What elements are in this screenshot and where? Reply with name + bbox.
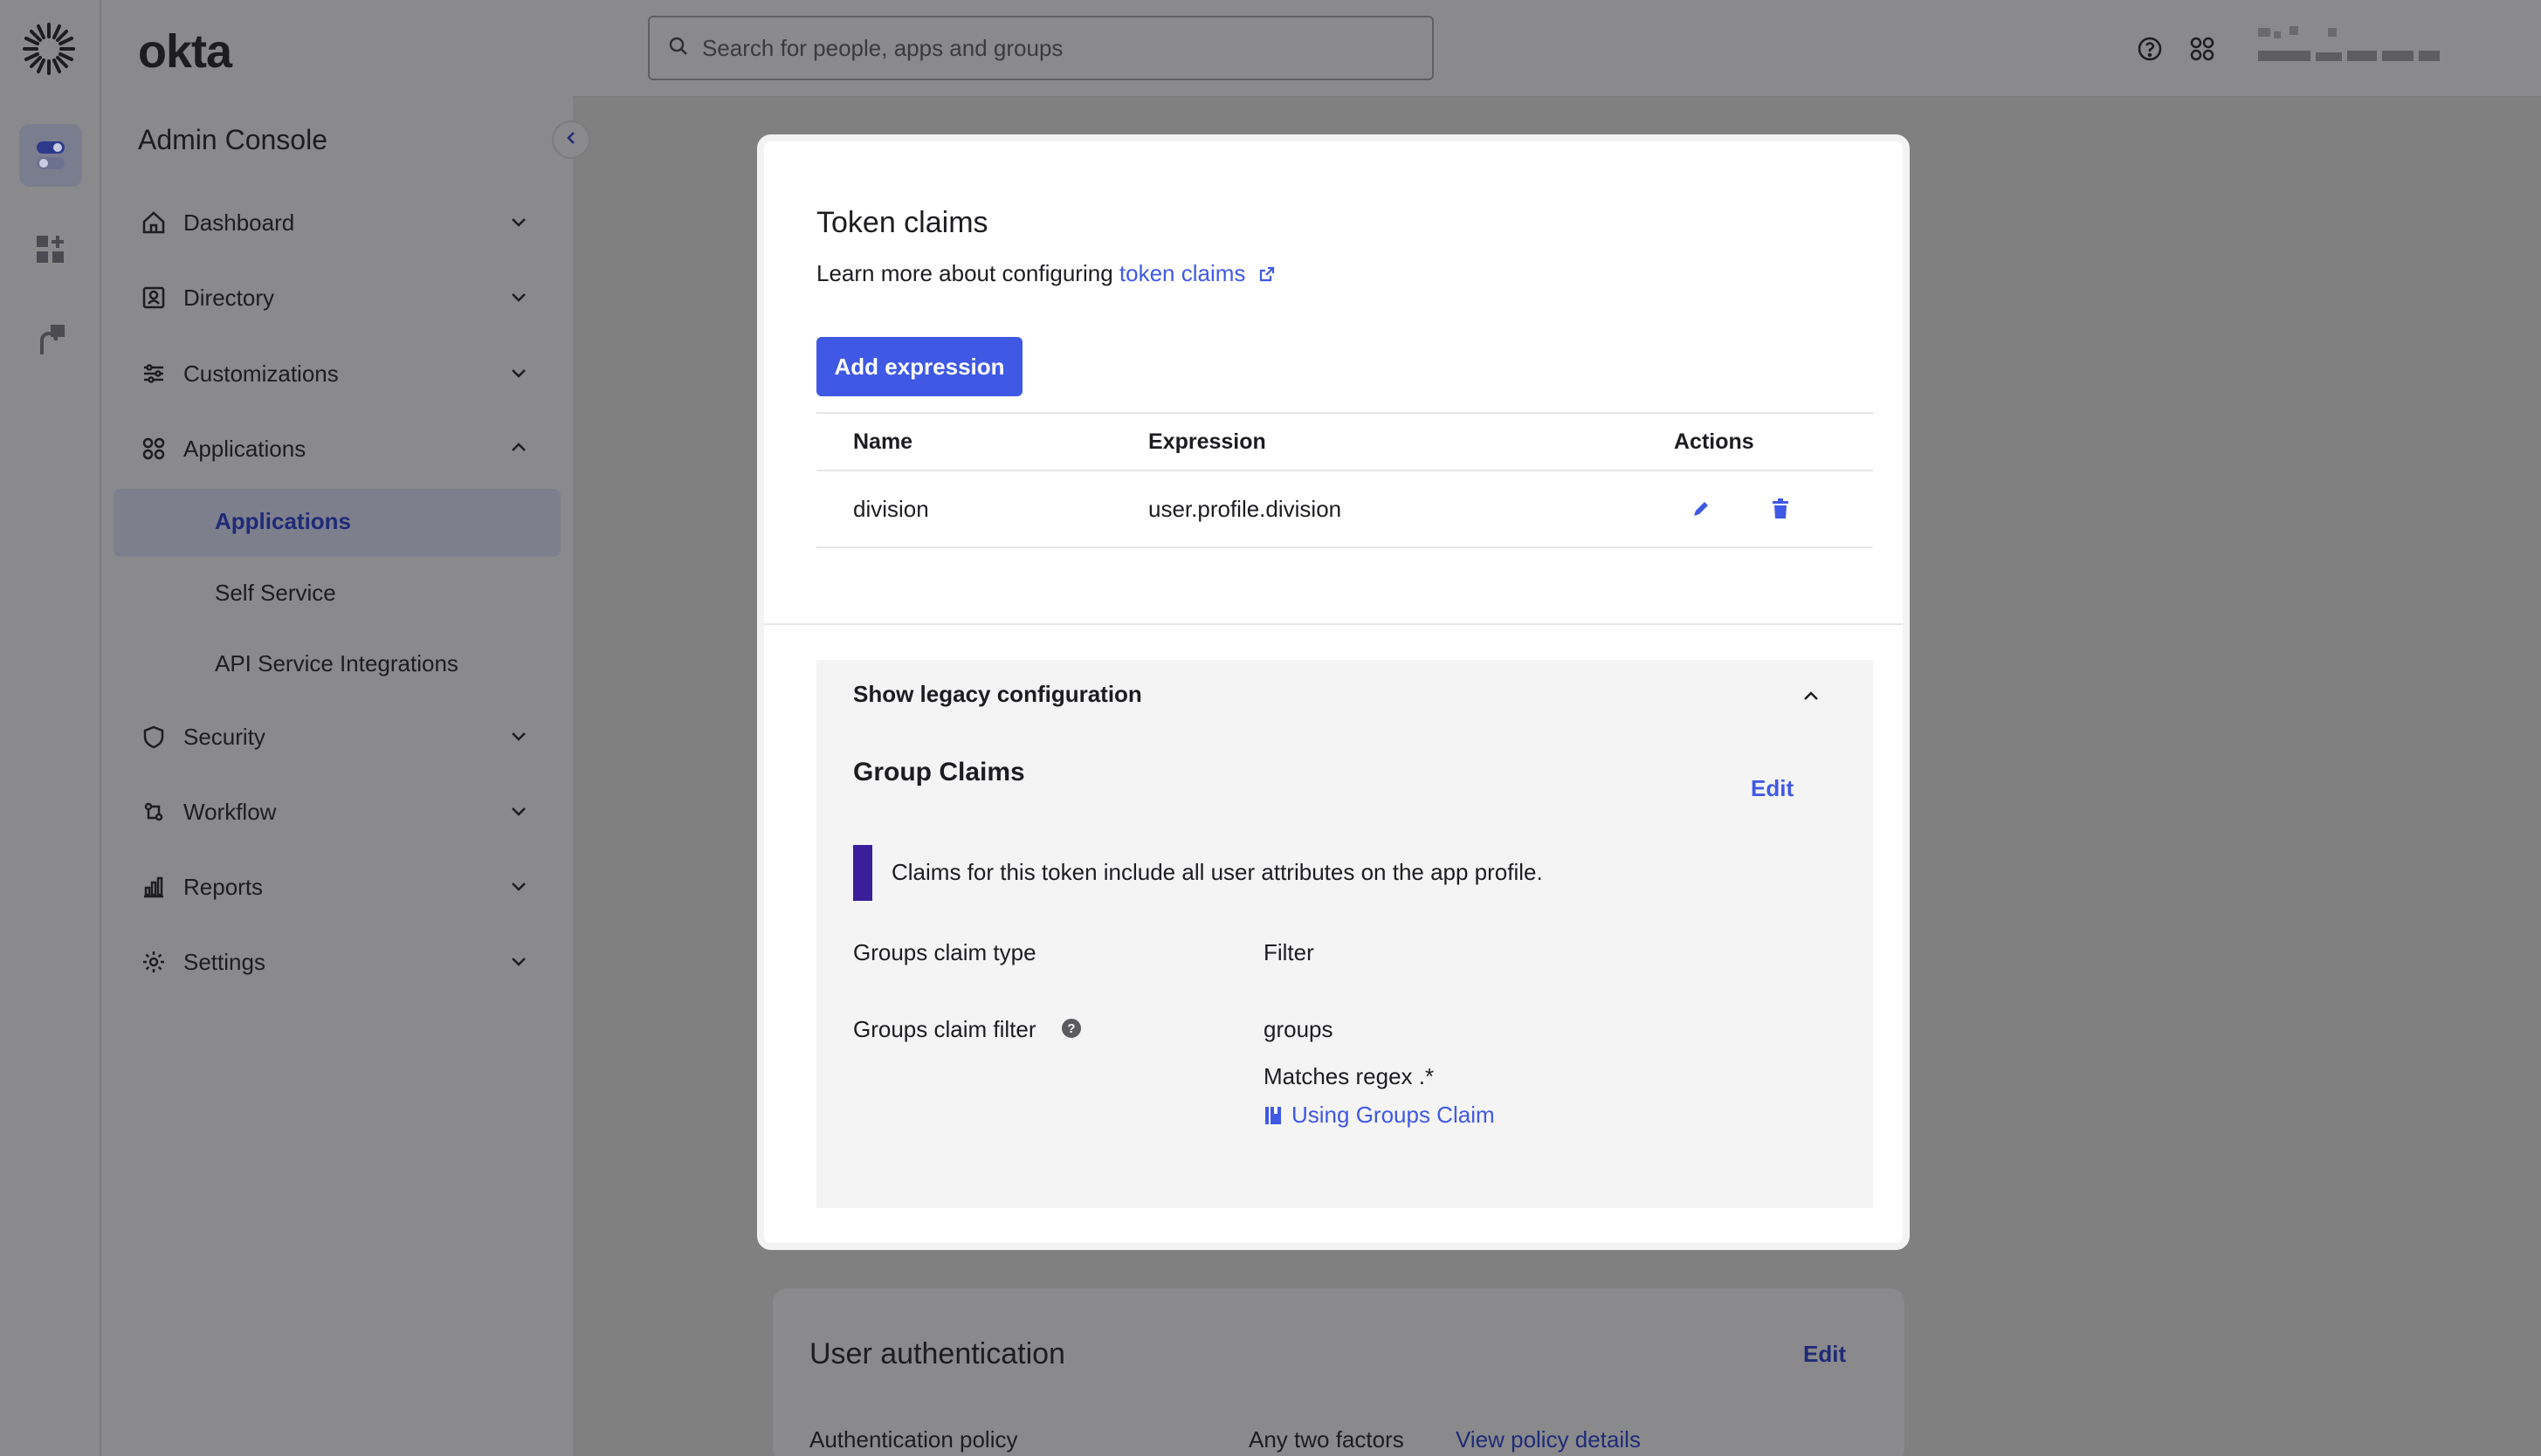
sliders-icon (138, 358, 169, 389)
sidebar-item-label: Dashboard (183, 209, 295, 236)
authentication-policy-value: Any two factors (1249, 1426, 1404, 1453)
chevron-up-icon[interactable] (1800, 684, 1822, 711)
user-authentication-edit-button[interactable]: Edit (1803, 1341, 1846, 1368)
add-apps-icon[interactable] (19, 218, 82, 281)
section-divider (764, 623, 1903, 625)
groups-claim-type-label: Groups claim type (853, 939, 1036, 965)
sidebar-item-reports[interactable]: Reports (138, 856, 540, 917)
callout-bar (853, 845, 872, 901)
collapse-sidebar-button[interactable] (552, 120, 590, 159)
chevron-down-icon (508, 951, 529, 978)
chevron-down-icon (508, 362, 529, 389)
chevron-down-icon (508, 725, 529, 752)
app-rail (0, 0, 101, 1456)
add-expression-button[interactable]: Add expression (816, 337, 1023, 396)
sidebar-item-settings[interactable]: Settings (138, 931, 540, 992)
sub-item-self-service[interactable]: Self Service (215, 580, 336, 607)
sidebar-item-applications[interactable]: Applications (138, 418, 540, 479)
using-groups-claim-label: Using Groups Claim (1291, 1102, 1495, 1128)
column-header-actions: Actions (1674, 429, 1754, 454)
sidebar-item-label: Directory (183, 284, 275, 311)
workflow-icon (138, 796, 169, 828)
callout-text: Claims for this token include all user a… (892, 859, 1543, 885)
claim-expression: user.profile.division (1148, 495, 1342, 522)
user-authentication-title: User authentication (809, 1337, 1065, 1370)
sidebar: okta Admin Console Dashboard Directory C… (101, 0, 573, 1456)
chevron-down-icon (508, 800, 529, 828)
column-header-name: Name (853, 429, 913, 454)
using-groups-claim-link[interactable]: Using Groups Claim (1264, 1102, 1495, 1129)
learn-more-prefix: Learn more about configuring (816, 260, 1119, 286)
search-icon (667, 35, 690, 62)
sidebar-item-workflow[interactable]: Workflow (138, 781, 540, 842)
workflows-rail-icon[interactable] (19, 309, 82, 372)
sidebar-item-directory[interactable]: Directory (138, 267, 540, 328)
column-header-expression: Expression (1148, 429, 1266, 454)
okta-logo[interactable]: okta (138, 24, 232, 79)
table-header-row: Name Expression Actions (816, 412, 1873, 470)
console-title: Admin Console (138, 124, 327, 155)
help-tooltip-icon[interactable]: ? (1061, 1018, 1082, 1043)
groups-claim-filter-label: Groups claim filter (853, 1016, 1036, 1042)
sidebar-item-customizations[interactable]: Customizations (138, 343, 540, 404)
chevron-left-icon (562, 129, 580, 151)
book-icon (1264, 1102, 1291, 1128)
search-box[interactable] (648, 16, 1434, 80)
legacy-configuration-panel: Show legacy configuration Group Claims E… (816, 660, 1873, 1208)
sidebar-item-label: Settings (183, 948, 265, 975)
authentication-policy-label: Authentication policy (809, 1426, 1018, 1453)
modal-title: Token claims (816, 206, 988, 239)
group-claims-title: Group Claims (853, 758, 1025, 786)
chevron-down-icon (508, 286, 529, 313)
chevron-up-icon (508, 437, 529, 464)
gear-icon (138, 946, 169, 978)
chevron-down-icon (508, 876, 529, 903)
directory-icon (138, 282, 169, 313)
sidebar-item-label: Applications (183, 435, 306, 462)
show-legacy-configuration-toggle[interactable]: Show legacy configuration (853, 681, 1142, 708)
top-bar (573, 0, 2541, 98)
sidebar-item-dashboard[interactable]: Dashboard (138, 192, 540, 253)
shield-icon (138, 721, 169, 752)
admin-toggle-icon[interactable] (19, 124, 82, 187)
sidebar-item-label: Reports (183, 873, 264, 900)
svg-text:?: ? (1067, 1021, 1075, 1036)
group-claims-edit-button[interactable]: Edit (1751, 775, 1794, 802)
sub-item-api-service-integrations[interactable]: API Service Integrations (215, 650, 458, 677)
sidebar-item-security[interactable]: Security (138, 706, 540, 767)
token-claims-link-label: token claims (1119, 260, 1246, 286)
edit-pencil-icon[interactable] (1690, 471, 1712, 546)
table-row: division user.profile.division (816, 470, 1873, 548)
token-claims-link[interactable]: token claims (1119, 260, 1277, 286)
chevron-down-icon (508, 211, 529, 238)
matches-regex-text: Matches regex .* (1264, 1063, 1435, 1089)
apps-grid-icon (138, 433, 169, 464)
view-policy-details-link[interactable]: View policy details (1456, 1426, 1641, 1453)
token-claims-modal: Token claims Learn more about configurin… (757, 134, 1910, 1250)
delete-trash-icon[interactable] (1770, 471, 1791, 546)
help-icon[interactable] (2132, 31, 2167, 66)
search-input[interactable] (702, 34, 1401, 62)
groups-claim-filter-value: groups (1264, 1016, 1333, 1042)
reports-icon (138, 871, 169, 903)
external-link-icon (1252, 260, 1277, 286)
home-icon (138, 207, 169, 238)
groups-claim-type-value: Filter (1264, 939, 1314, 965)
sidebar-item-label: Workflow (183, 798, 277, 825)
sub-item-applications[interactable]: Applications (215, 508, 351, 535)
user-authentication-card: User authentication Edit Authentication … (773, 1288, 1904, 1456)
app-switcher-icon[interactable] (2185, 31, 2220, 66)
sidebar-item-label: Security (183, 723, 265, 750)
learn-more-text: Learn more about configuring token claim… (816, 260, 1277, 287)
okta-sunburst-icon[interactable] (21, 21, 77, 77)
claims-table: Name Expression Actions division user.pr… (816, 412, 1873, 548)
sidebar-item-label: Customizations (183, 360, 339, 387)
claim-name: division (853, 495, 929, 522)
user-menu-redacted[interactable] (2255, 24, 2447, 73)
